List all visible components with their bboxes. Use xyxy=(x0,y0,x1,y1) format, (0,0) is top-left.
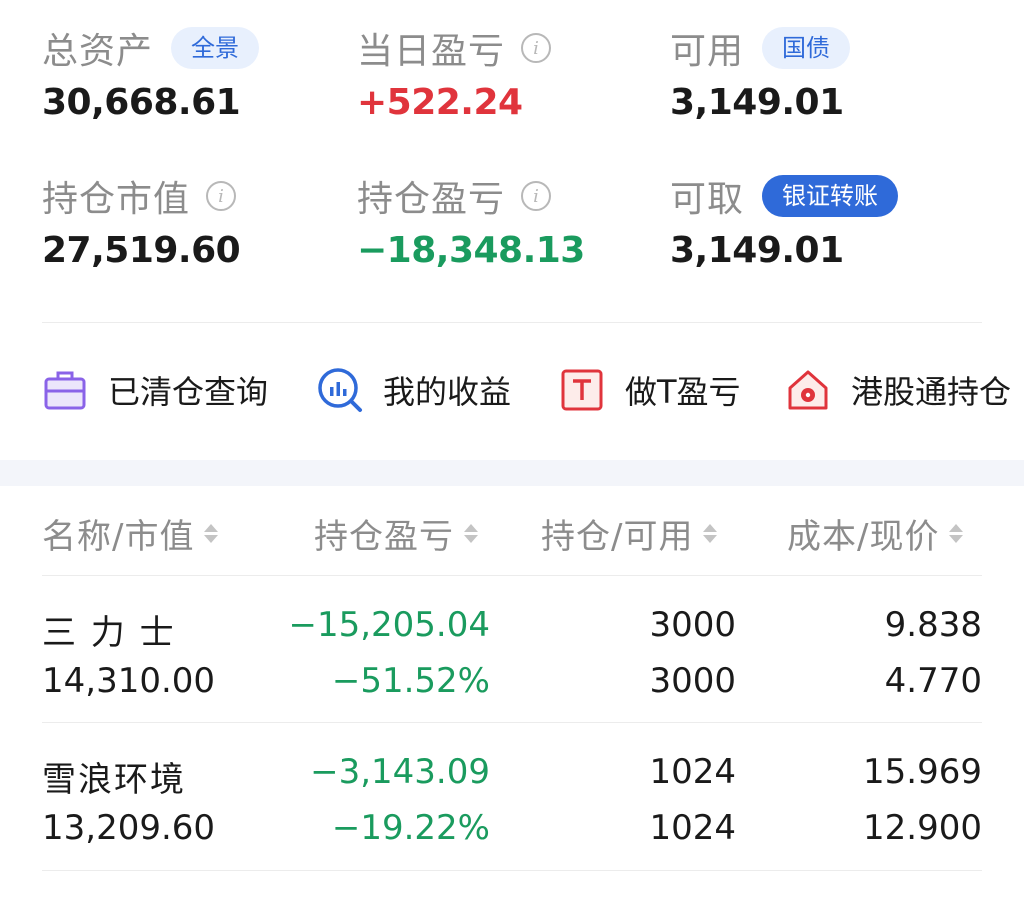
column-label: 持仓/可用 xyxy=(541,516,694,557)
daily-pl-value: +522.24 xyxy=(357,82,523,123)
table-row[interactable]: 雪浪环境 13,209.60 −3,143.09 −19.22% 1024 10… xyxy=(42,722,982,870)
sort-cost-price-header[interactable]: 成本/现价 xyxy=(787,505,964,561)
market-value: 14,310.00 xyxy=(42,661,216,701)
stock-name: 雪浪环境 xyxy=(42,760,186,800)
table-row[interactable]: 三 力 士 14,310.00 −15,205.04 −51.52% 3000 … xyxy=(42,575,982,723)
overview-tag-button[interactable]: 全景 xyxy=(171,27,260,69)
withdrawable-label: 可取 xyxy=(670,179,745,220)
hk-house-icon xyxy=(785,367,831,413)
position-pl-percent: −51.52% xyxy=(331,661,490,701)
cleared-positions-label: 已清仓查询 xyxy=(108,373,269,411)
total-assets-value: 30,668.61 xyxy=(42,82,241,123)
daily-pl-label: 当日盈亏 xyxy=(357,31,506,72)
position-pl-percent: −19.22% xyxy=(331,808,490,848)
stock-name: 三 力 士 xyxy=(42,613,176,653)
my-earnings-label: 我的收益 xyxy=(383,373,512,411)
total-assets-label: 总资产 xyxy=(42,31,154,72)
sort-icon xyxy=(949,523,964,543)
position-value-value: 27,519.60 xyxy=(42,230,241,271)
bank-transfer-button[interactable]: 银证转账 xyxy=(762,175,899,217)
daily-pl-block: 当日盈亏 i +522.24 xyxy=(357,22,657,123)
day-trade-pl-label: 做T盈亏 xyxy=(625,373,741,411)
info-icon[interactable]: i xyxy=(521,181,552,211)
column-label: 持仓盈亏 xyxy=(314,516,454,557)
sort-pl-header[interactable]: 持仓盈亏 xyxy=(314,505,478,561)
position-value-block: 持仓市值 i 27,519.60 xyxy=(42,170,342,271)
info-icon[interactable]: i xyxy=(206,181,237,211)
current-price: 12.900 xyxy=(863,808,982,848)
hk-connect-holdings-button[interactable]: 港股通持仓 xyxy=(785,358,1024,422)
withdrawable-block: 可取 银证转账 3,149.01 xyxy=(670,170,970,271)
market-value: 13,209.60 xyxy=(42,808,216,848)
sort-icon xyxy=(464,523,478,543)
briefcase-icon xyxy=(42,367,88,413)
account-summary: 总资产 全景 30,668.61 当日盈亏 i +522.24 可用 国债 3,… xyxy=(42,22,992,292)
divider xyxy=(42,722,982,723)
position-pl-label: 持仓盈亏 xyxy=(357,179,506,220)
available-value: 3,149.01 xyxy=(670,82,844,123)
sort-name-value-header[interactable]: 名称/市值 xyxy=(42,505,219,561)
my-earnings-button[interactable]: 我的收益 xyxy=(317,358,559,422)
position-value-label: 持仓市值 xyxy=(42,179,191,220)
available-qty: 3000 xyxy=(649,661,736,701)
day-trade-pl-button[interactable]: 做T盈亏 xyxy=(559,358,785,422)
cost-price: 15.969 xyxy=(863,752,982,792)
treasury-tag-button[interactable]: 国债 xyxy=(762,27,851,69)
section-separator xyxy=(0,460,1024,486)
position-pl-value: −18,348.13 xyxy=(357,230,585,271)
holdings-table-header: 名称/市值 持仓盈亏 持仓/可用 成本/现价 xyxy=(42,505,982,561)
position-pl: −15,205.04 xyxy=(288,605,490,645)
available-qty: 1024 xyxy=(649,808,736,848)
position-qty: 1024 xyxy=(649,752,736,792)
total-assets-block: 总资产 全景 30,668.61 xyxy=(42,22,342,123)
hk-connect-holdings-label: 港股通持仓 xyxy=(851,373,1012,411)
position-pl-block: 持仓盈亏 i −18,348.13 xyxy=(357,170,657,271)
position-pl: −3,143.09 xyxy=(310,752,490,792)
t-box-icon xyxy=(559,367,605,413)
sort-icon xyxy=(204,523,219,543)
sort-position-header[interactable]: 持仓/可用 xyxy=(541,505,718,561)
sort-icon xyxy=(703,523,718,543)
info-icon[interactable]: i xyxy=(521,33,552,63)
column-label: 名称/市值 xyxy=(42,516,195,557)
withdrawable-value: 3,149.01 xyxy=(670,230,844,271)
cleared-positions-button[interactable]: 已清仓查询 xyxy=(42,358,317,422)
quick-actions: 已清仓查询 我的收益 做T盈亏 港股通持仓 xyxy=(42,358,1024,422)
available-label: 可用 xyxy=(670,31,745,72)
current-price: 4.770 xyxy=(884,661,982,701)
cost-price: 9.838 xyxy=(884,605,982,645)
column-label: 成本/现价 xyxy=(787,516,940,557)
available-block: 可用 国债 3,149.01 xyxy=(670,22,970,123)
divider xyxy=(42,575,982,576)
divider xyxy=(42,322,982,323)
position-qty: 3000 xyxy=(649,605,736,645)
chart-search-icon xyxy=(317,367,363,413)
divider xyxy=(42,870,982,871)
